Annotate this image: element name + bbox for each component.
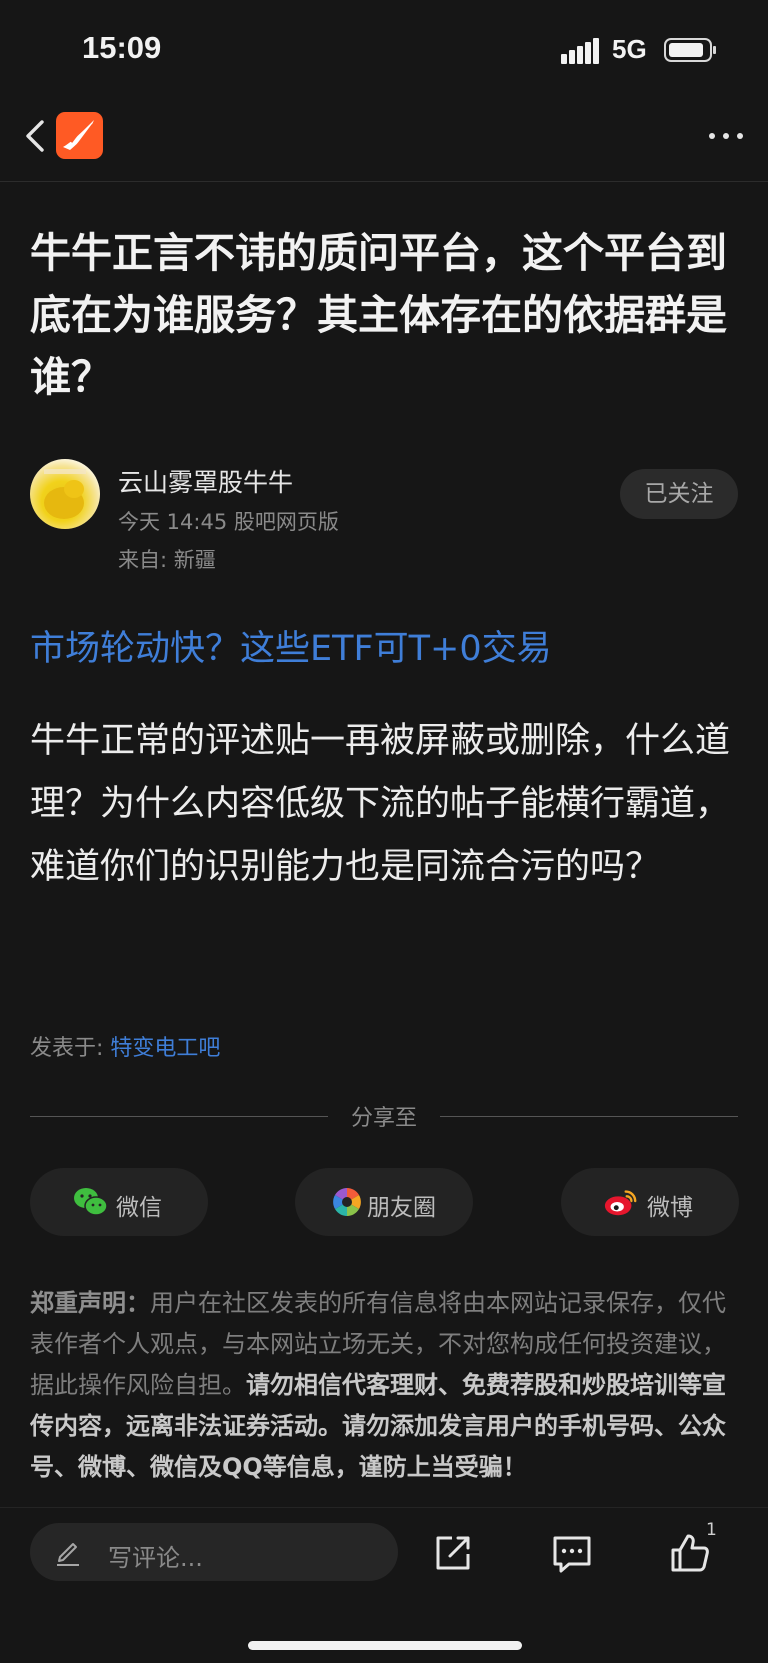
pen-icon bbox=[57, 1543, 79, 1566]
share-wechat-label: 微信 bbox=[116, 1195, 162, 1221]
forum-link[interactable]: 特变电工吧 bbox=[110, 1036, 220, 1061]
weibo-icon bbox=[604, 1190, 637, 1216]
share-moments-button[interactable]: 朋友圈 bbox=[295, 1168, 473, 1236]
comment-icon[interactable] bbox=[549, 1530, 595, 1576]
share-wechat-button[interactable]: 微信 bbox=[30, 1168, 208, 1236]
status-bar: 15:09 5G bbox=[0, 0, 768, 100]
avatar[interactable] bbox=[30, 459, 100, 529]
author-name[interactable]: 云山雾罩股牛牛 bbox=[118, 463, 293, 499]
share-label: 分享至 bbox=[350, 1106, 417, 1131]
like-count: 1 bbox=[706, 1520, 717, 1540]
back-icon[interactable] bbox=[18, 116, 58, 156]
signal-icon bbox=[561, 38, 601, 64]
posted-in-label: 发表于: bbox=[30, 1036, 111, 1061]
follow-button[interactable]: 已关注 bbox=[620, 469, 738, 519]
share-weibo-label: 微博 bbox=[647, 1195, 693, 1221]
disclaimer: 郑重声明：用户在社区发表的所有信息将由本网站记录保存，仅代表作者个人观点，与本网… bbox=[30, 1283, 746, 1507]
nav-bar bbox=[0, 100, 768, 182]
post-meta: 今天 14:45 股吧网页版 bbox=[118, 510, 339, 534]
ad-link[interactable]: 市场轮动快？这些ETF可T+0交易 bbox=[30, 620, 552, 671]
wechat-icon bbox=[74, 1188, 108, 1216]
moments-icon bbox=[333, 1188, 361, 1216]
divider bbox=[440, 1116, 738, 1117]
share-icon[interactable] bbox=[430, 1530, 476, 1576]
app-logo[interactable] bbox=[56, 112, 103, 159]
network-type: 5G bbox=[612, 34, 647, 64]
home-indicator[interactable] bbox=[248, 1641, 522, 1650]
posted-in: 发表于: 特变电工吧 bbox=[30, 1030, 220, 1062]
status-time: 15:09 bbox=[82, 30, 162, 65]
bottom-bar: 写评论... 1 bbox=[0, 1507, 768, 1663]
comment-placeholder: 写评论... bbox=[108, 1544, 203, 1572]
battery-icon bbox=[664, 38, 716, 62]
disclaimer-heading: 郑重声明： bbox=[30, 1289, 150, 1317]
share-moments-label: 朋友圈 bbox=[367, 1195, 436, 1221]
more-icon[interactable] bbox=[706, 128, 746, 144]
divider bbox=[30, 1116, 328, 1117]
post-location: 来自: 新疆 bbox=[118, 548, 216, 572]
share-weibo-button[interactable]: 微博 bbox=[561, 1168, 739, 1236]
comment-input[interactable]: 写评论... bbox=[30, 1523, 398, 1581]
post-body: 牛牛正常的评述贴一再被屏蔽或删除，什么道理？为什么内容低级下流的帖子能横行霸道，… bbox=[30, 721, 731, 887]
post-title: 牛牛正言不讳的质问平台，这个平台到底在为谁服务？其主体存在的依据群是谁？ bbox=[30, 229, 727, 401]
